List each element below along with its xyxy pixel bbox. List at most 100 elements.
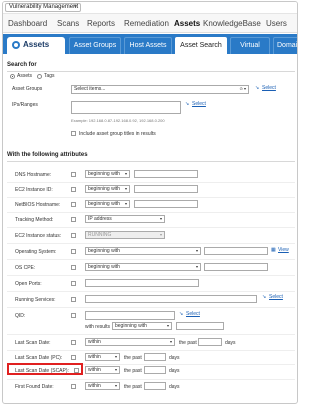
- first-found-operator-select[interactable]: within ▾: [85, 382, 120, 390]
- tag-arrow-icon: ↘: [185, 101, 190, 107]
- services-input[interactable]: [85, 295, 257, 303]
- qid-results-input[interactable]: [176, 322, 224, 330]
- netbios-label: NetBIOS Hostname:: [15, 202, 61, 208]
- radio-assets-label: Assets: [17, 73, 33, 79]
- ec2-status-select[interactable]: RUNNING ▾: [85, 231, 165, 239]
- last-scan-scap-checkbox[interactable]: [74, 368, 79, 373]
- app-frame: Vulnerability Management ▼ Dashboard Sca…: [2, 1, 298, 404]
- first-found-checkbox[interactable]: [71, 384, 76, 389]
- last-scan-scap-past-label: the past: [124, 368, 142, 374]
- divider: [7, 212, 295, 213]
- qid-select-link[interactable]: Select: [186, 311, 200, 317]
- assets-brand-tab: Assets: [7, 37, 65, 54]
- chevron-down-icon: ▾: [114, 383, 117, 388]
- os-view-link[interactable]: View: [278, 247, 289, 253]
- last-scan-checkbox[interactable]: [71, 340, 76, 345]
- chevron-down-icon: ▾: [124, 201, 127, 206]
- last-scan-operator-select[interactable]: within ▾: [85, 338, 175, 346]
- module-bar: Vulnerability Management ▼: [3, 2, 297, 14]
- ec2-id-operator-select[interactable]: beginning with ▾: [85, 185, 130, 193]
- nav-dashboard[interactable]: Dashboard: [8, 19, 47, 28]
- divider: [7, 291, 295, 292]
- divider: [7, 334, 295, 335]
- tab-domains[interactable]: Domains: [273, 37, 297, 54]
- last-scan-label: Last Scan Date:: [15, 340, 51, 346]
- nav-users[interactable]: Users: [266, 19, 287, 28]
- asset-groups-select[interactable]: Select items... ⊙ ▾: [71, 85, 249, 94]
- ec2-status-value: RUNNING: [88, 232, 112, 238]
- netbios-input[interactable]: [134, 200, 198, 208]
- tab-virtual-hosts[interactable]: Virtual Hosts: [230, 37, 270, 65]
- qid-label: QID:: [15, 313, 26, 319]
- dns-operator-value: beginning with: [88, 171, 120, 177]
- dns-input[interactable]: [134, 170, 198, 178]
- ec2-id-input[interactable]: [134, 185, 198, 193]
- last-scan-scap-days-input[interactable]: [144, 366, 166, 374]
- module-dropdown[interactable]: Vulnerability Management ▼: [5, 3, 81, 12]
- last-scan-scap-days-unit: days: [169, 368, 180, 374]
- radio-assets[interactable]: [10, 74, 15, 79]
- last-scan-pc-days-input[interactable]: [144, 353, 166, 361]
- cpe-input[interactable]: [204, 263, 268, 271]
- os-operator-select[interactable]: beginning with ▾: [85, 247, 201, 255]
- tracking-label: Tracking Method:: [15, 217, 54, 223]
- qid-checkbox[interactable]: [71, 313, 76, 318]
- last-scan-pc-operator-value: within: [88, 354, 101, 360]
- divider: [7, 259, 295, 260]
- ips-example-hint: Example: 192.168.0.87-192.168.0.92, 192.…: [71, 118, 165, 123]
- radio-tags-label: Tags: [44, 73, 55, 79]
- netbios-operator-select[interactable]: beginning with ▾: [85, 200, 130, 208]
- netbios-checkbox[interactable]: [71, 202, 76, 207]
- tracking-select[interactable]: IP address ▾: [85, 215, 165, 223]
- first-found-days-input[interactable]: [144, 382, 166, 390]
- ips-select-link[interactable]: Select: [192, 101, 206, 107]
- tag-arrow-icon: ↘: [179, 311, 184, 317]
- last-scan-pc-operator-select[interactable]: within ▾: [85, 353, 120, 361]
- ec2-status-checkbox[interactable]: [71, 233, 76, 238]
- ec2-id-checkbox[interactable]: [71, 187, 76, 192]
- cpe-operator-select[interactable]: beginning with ▾: [85, 263, 201, 271]
- cpe-label: OS CPE:: [15, 265, 36, 271]
- dns-operator-select[interactable]: beginning with ▾: [85, 170, 130, 178]
- last-scan-scap-label: Last Scan Date (SCAP):: [15, 368, 69, 374]
- nav-remediation[interactable]: Remediation: [124, 19, 169, 28]
- services-select-link[interactable]: Select: [269, 294, 283, 300]
- tracking-checkbox[interactable]: [71, 217, 76, 222]
- dns-checkbox[interactable]: [71, 172, 76, 177]
- last-scan-pc-past-label: the past: [124, 355, 142, 361]
- tab-asset-groups[interactable]: Asset Groups: [69, 37, 121, 54]
- last-scan-pc-checkbox[interactable]: [71, 355, 76, 360]
- last-scan-days-input[interactable]: [198, 338, 222, 346]
- qid-input[interactable]: [85, 311, 175, 320]
- include-titles-checkbox[interactable]: [71, 131, 76, 136]
- tab-host-assets[interactable]: Host Assets: [124, 37, 172, 54]
- ec2-id-label: EC2 Instance ID:: [15, 187, 53, 193]
- chevron-down-icon: ▾: [169, 339, 172, 344]
- cpe-checkbox[interactable]: [71, 265, 76, 270]
- chevron-down-icon: ▾: [114, 354, 117, 359]
- ports-label: Open Ports:: [15, 281, 42, 287]
- last-scan-operator-value: within: [88, 339, 101, 345]
- nav-assets[interactable]: Assets: [174, 19, 200, 28]
- qid-results-operator-value: beginning with: [115, 323, 147, 329]
- tab-asset-search[interactable]: Asset Search: [175, 37, 227, 54]
- os-input[interactable]: [204, 247, 268, 255]
- nav-reports[interactable]: Reports: [87, 19, 115, 28]
- asset-groups-select-link[interactable]: Select: [262, 85, 276, 91]
- chevron-down-icon: ▾: [166, 323, 169, 328]
- tag-arrow-icon: ↘: [262, 294, 267, 300]
- ports-checkbox[interactable]: [71, 281, 76, 286]
- cpe-operator-value: beginning with: [88, 264, 120, 270]
- last-scan-scap-operator-select[interactable]: within ▾: [85, 366, 120, 374]
- os-operator-value: beginning with: [88, 248, 120, 254]
- ips-ranges-input[interactable]: [71, 101, 181, 114]
- services-checkbox[interactable]: [71, 297, 76, 302]
- radio-tags[interactable]: [37, 74, 42, 79]
- os-checkbox[interactable]: [71, 249, 76, 254]
- tag-arrow-icon: ↘: [255, 85, 260, 91]
- ports-input[interactable]: [85, 279, 199, 287]
- ips-label: IPs/Ranges: [12, 102, 38, 108]
- nav-knowledgebase[interactable]: KnowledgeBase: [203, 19, 261, 28]
- nav-scans[interactable]: Scans: [57, 19, 79, 28]
- qid-results-operator-select[interactable]: beginning with ▾: [112, 322, 172, 330]
